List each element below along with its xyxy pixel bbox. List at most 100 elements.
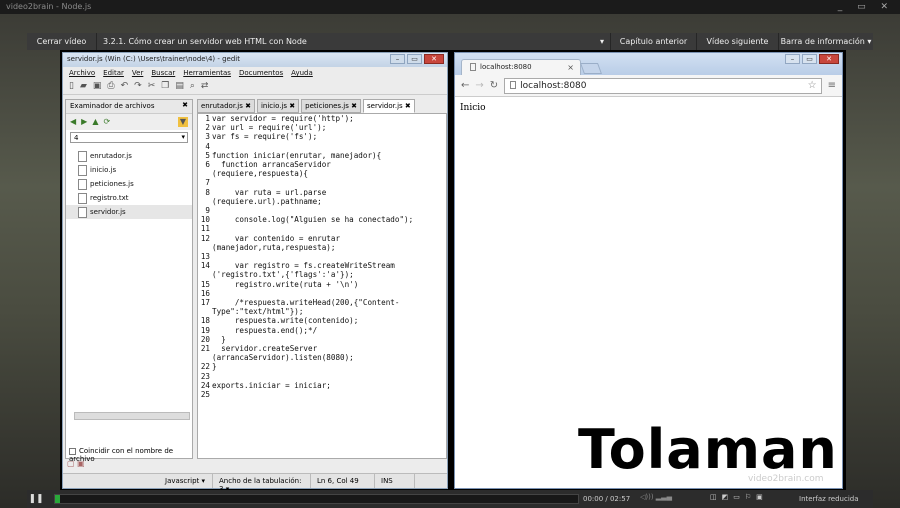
volume-icon[interactable]: ◁))) ▂▃▄ [640,493,672,501]
close-icon[interactable]: ✖ [287,102,295,110]
menu-item[interactable]: Ver [132,69,143,77]
code-line: 10 console.log("Alguien se ha conectado"… [198,215,446,224]
pause-icon[interactable]: ❚❚ [27,494,45,504]
menu-item[interactable]: Buscar [151,69,175,77]
progress-bar[interactable] [54,494,579,504]
back-icon[interactable]: ◀ [70,117,76,127]
code-text: (manejador,ruta,respuesta); [212,242,336,252]
menu-item[interactable]: Documentos [239,69,283,77]
window-controls[interactable]: _ ▭ ✕ [838,2,894,12]
gedit-title: servidor.js (Win (C:) \Users\trainer\nod… [67,55,240,63]
menu-item[interactable]: Herramientas [183,69,231,77]
brand-watermark: video2brain.com [748,474,824,484]
tab-width-select[interactable]: Ancho de la tabulación: 3 ▾ [213,474,311,493]
chapter-select[interactable]: 3.2.1. Cómo crear un servidor web HTML c… [97,33,611,50]
browser-tabstrip: localhost:8080 × – ▭ ✕ [455,53,842,75]
address-text: localhost:8080 [520,80,587,91]
player-tool-icons[interactable]: ◫◩▭⚐▣ [710,493,768,501]
horizontal-scrollbar[interactable] [74,412,190,420]
document-tab[interactable]: inicio.js ✖ [256,99,300,113]
cut-icon[interactable]: ✂ [148,81,156,92]
folder-icon[interactable]: ▢ [67,459,75,468]
close-icon[interactable]: × [567,63,574,72]
close-icon[interactable]: ✖ [349,102,357,110]
code-text: servidor.createServer [212,344,318,354]
close-button[interactable]: ✕ [424,54,444,64]
cursor-position: Ln 6, Col 49 [311,474,375,488]
code-line: 5 function iniciar(enrutar, manejador){ [198,151,446,160]
document-tab[interactable]: peticiones.js ✖ [301,99,361,113]
code-line: 6 function arrancaServidor [198,160,446,169]
minimize-button[interactable]: – [390,54,405,64]
filter-icon[interactable]: ▼ [177,117,188,127]
minimize-button[interactable]: – [785,54,800,64]
forward-icon[interactable]: ▶ [81,117,87,127]
code-line: 16 [198,289,446,298]
redo-icon[interactable]: ↷ [134,81,142,92]
back-arrow-icon[interactable]: ← [461,80,469,91]
document-tab[interactable]: servidor.js ✖ [363,99,415,113]
document-icon[interactable]: ▣ [77,459,85,468]
replace-icon[interactable]: ⇄ [201,81,209,92]
language-select[interactable]: Javascript ▾ [159,474,213,488]
new-tab-button[interactable] [579,63,603,74]
maximize-button[interactable]: ▭ [407,54,422,64]
close-icon[interactable]: ✖ [243,102,251,110]
undo-icon[interactable]: ↶ [121,81,129,92]
file-item[interactable]: inicio.js [66,163,192,177]
browser-tab[interactable]: localhost:8080 × [461,59,581,75]
reload-icon[interactable]: ↻ [490,80,498,91]
paste-icon[interactable]: ▤ [175,81,184,92]
file-item[interactable]: servidor.js [66,205,192,219]
line-number: 19 [200,325,210,335]
maximize-button[interactable]: ▭ [802,54,817,64]
up-icon[interactable]: ▲ [92,117,98,127]
code-line: 23 [198,372,446,381]
gedit-statusbar: Javascript ▾ Ancho de la tabulación: 3 ▾… [63,473,447,493]
code-text: ('registro.txt',{'flags':'a'}); [212,270,354,280]
copy-icon[interactable]: ❐ [161,81,169,92]
line-number: 11 [200,224,210,234]
code-editor[interactable]: 1 var servidor = require('http'); 2 var url… [197,113,447,459]
new-file-icon[interactable]: ▯ [69,81,74,92]
info-bar-label: Barra de información [780,37,865,46]
line-number: 15 [200,279,210,289]
menu-icon[interactable]: ≡ [828,80,836,91]
compact-interface-button[interactable]: Interfaz reducida [799,495,859,503]
close-icon[interactable]: ✖ [403,102,411,110]
line-number: 1 [205,114,210,123]
info-bar-button[interactable]: Barra de información ▾ [779,33,873,50]
save-icon[interactable]: ▣ [93,81,102,92]
refresh-icon[interactable]: ⟳ [103,117,110,127]
open-icon[interactable]: ▰ [80,81,87,92]
star-icon[interactable]: ☆ [808,80,817,91]
prev-chapter-button[interactable]: Capítulo anterior [611,33,697,50]
code-line: (manejador,ruta,respuesta); [198,243,446,252]
close-icon[interactable]: ✖ [182,101,188,109]
line-number: 2 [205,123,210,133]
checkbox[interactable] [69,447,76,455]
file-item[interactable]: peticiones.js [66,177,192,191]
code-line: 21 servidor.createServer [198,344,446,353]
forward-arrow-icon[interactable]: → [475,80,483,91]
menu-item[interactable]: Editar [103,69,124,77]
next-video-button[interactable]: Vídeo siguiente [697,33,779,50]
line-number: 21 [200,344,210,354]
path-select[interactable]: 4 ▾ [70,132,188,143]
file-item[interactable]: registro.txt [66,191,192,205]
menu-item[interactable]: Archivo [69,69,95,77]
code-text: /*respuesta.writeHead(200,{"Content- [212,298,400,308]
file-browser-title: Examinador de archivos [70,102,155,110]
close-button[interactable]: ✕ [819,54,839,64]
menu-item[interactable]: Ayuda [291,69,313,77]
line-number: 22 [200,362,210,372]
code-line: 24 exports.iniciar = iniciar; [198,381,446,390]
print-icon[interactable]: ⎙ [107,81,114,92]
close-video-button[interactable]: Cerrar vídeo [27,33,97,50]
address-bar[interactable]: localhost:8080 ☆ [504,77,822,94]
file-item[interactable]: enrutador.js [66,149,192,163]
document-tab[interactable]: enrutador.js ✖ [197,99,255,113]
search-icon[interactable]: ⌕ [190,81,195,92]
